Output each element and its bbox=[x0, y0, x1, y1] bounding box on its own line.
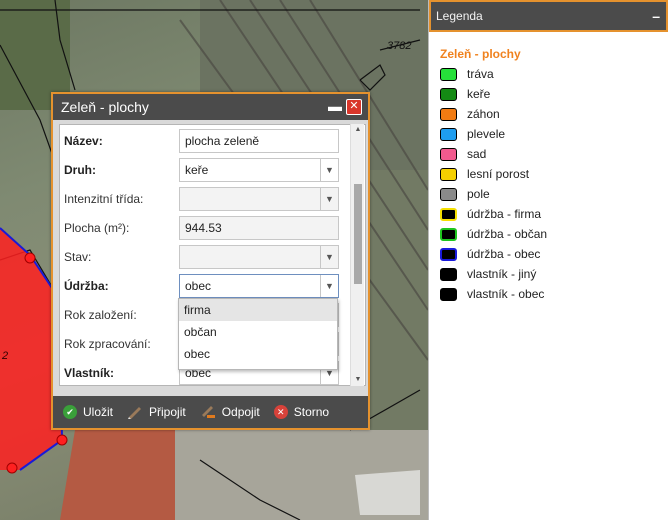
scroll-up-icon[interactable]: ▲ bbox=[351, 124, 365, 136]
legend-swatch bbox=[440, 267, 457, 281]
field-label: Rok zpracování: bbox=[64, 337, 151, 351]
legend-item: tráva bbox=[440, 66, 494, 82]
intensity-class-select[interactable]: ▼ bbox=[179, 187, 339, 211]
option-item[interactable]: firma bbox=[179, 299, 337, 321]
legend-item: sad bbox=[440, 146, 486, 162]
field-label: Údržba: bbox=[64, 279, 109, 293]
legend-label: údržba - firma bbox=[467, 207, 542, 221]
legend-item: údržba - obec bbox=[440, 246, 540, 262]
state-select[interactable]: ▼ bbox=[179, 245, 339, 269]
legend-item: údržba - občan bbox=[440, 226, 547, 242]
legend-label: lesní porost bbox=[467, 167, 530, 181]
parcel-label: 3782 bbox=[387, 40, 412, 52]
dialog-header[interactable]: Zeleň - plochy ▬ ✕ bbox=[53, 94, 368, 120]
name-input[interactable]: plocha zeleně bbox=[179, 129, 339, 153]
chevron-down-icon[interactable]: ▼ bbox=[320, 246, 338, 268]
legend-swatch bbox=[440, 287, 457, 301]
scroll-down-icon[interactable]: ▼ bbox=[351, 374, 365, 386]
save-label: Uložit bbox=[83, 405, 114, 419]
field-label: Stav: bbox=[64, 250, 92, 264]
legend-swatch bbox=[440, 227, 457, 241]
dialog-title: Zeleň - plochy bbox=[61, 99, 149, 115]
legend-swatch bbox=[440, 127, 457, 141]
dialog-toolbar: ✔ Uložit Připojit Odpojit ✕ Storno bbox=[53, 396, 368, 428]
minimize-icon[interactable]: – bbox=[652, 8, 660, 24]
chevron-down-icon[interactable]: ▼ bbox=[320, 159, 338, 181]
legend-item: záhon bbox=[440, 106, 500, 122]
legend-header[interactable]: Legenda – bbox=[429, 0, 668, 32]
option-item[interactable]: obec bbox=[179, 343, 337, 365]
field-row-stav: Stav: ▼ bbox=[60, 245, 350, 269]
legend-label: tráva bbox=[467, 67, 494, 81]
legend-label: vlastník - jiný bbox=[467, 267, 537, 281]
form-scrollbar[interactable]: ▲ ▼ bbox=[350, 124, 364, 386]
legend-swatch bbox=[440, 207, 457, 221]
legend-label: plevele bbox=[467, 127, 506, 141]
field-row-druh: Druh: keře ▼ bbox=[60, 158, 350, 182]
field-label: Vlastník: bbox=[64, 366, 115, 380]
detach-button[interactable]: Odpojit bbox=[200, 405, 260, 419]
cancel-label: Storno bbox=[293, 405, 330, 419]
legend-swatch bbox=[440, 187, 457, 201]
legend-label: sad bbox=[467, 147, 487, 161]
close-icon[interactable]: ✕ bbox=[346, 99, 362, 115]
legend-item: keře bbox=[440, 86, 490, 102]
legend-swatch bbox=[440, 147, 457, 161]
field-row-udrzba: Údržba: obec ▼ bbox=[60, 274, 350, 298]
legend-item: pole bbox=[440, 186, 490, 202]
field-value: 944.53 bbox=[185, 221, 222, 235]
legend-swatch bbox=[440, 107, 457, 121]
legend-label: údržba - obec bbox=[467, 247, 541, 261]
area-input[interactable]: 944.53 bbox=[179, 216, 339, 240]
legend-section-title: Zeleň - plochy bbox=[440, 47, 521, 61]
field-row-intenzita: Intenzitní třída: ▼ bbox=[60, 187, 350, 211]
chevron-down-icon[interactable]: ▼ bbox=[320, 188, 338, 210]
legend-label: údržba - občan bbox=[467, 227, 548, 241]
feature-edit-dialog: Zeleň - plochy ▬ ✕ Název: plocha zeleně … bbox=[51, 92, 370, 430]
legend-swatch bbox=[440, 67, 457, 81]
field-label: Název: bbox=[64, 134, 103, 148]
save-button[interactable]: ✔ Uložit bbox=[63, 405, 113, 419]
attach-button[interactable]: Připojit bbox=[127, 405, 186, 419]
field-value: plocha zeleně bbox=[185, 134, 260, 148]
legend-item: lesní porost bbox=[440, 166, 529, 182]
check-icon: ✔ bbox=[63, 405, 77, 419]
field-row-nazev: Název: plocha zeleně bbox=[60, 129, 350, 153]
field-value: obec bbox=[185, 279, 212, 293]
field-label: Intenzitní třída: bbox=[64, 192, 144, 206]
legend-swatch bbox=[440, 87, 457, 101]
field-label: Plocha (m²): bbox=[64, 221, 130, 235]
legend-panel: Legenda – Zeleň - plochy tráva keře záhon p… bbox=[428, 0, 668, 520]
legend-label: pole bbox=[467, 187, 490, 201]
legend-title: Legenda bbox=[436, 9, 483, 23]
legend-item: údržba - firma bbox=[440, 206, 541, 222]
type-select[interactable]: keře ▼ bbox=[179, 158, 339, 182]
pencil-minus-icon bbox=[200, 405, 216, 419]
field-value: keře bbox=[185, 163, 209, 177]
legend-swatch bbox=[440, 167, 457, 181]
minimize-icon[interactable]: ▬ bbox=[328, 99, 342, 114]
maintenance-select[interactable]: obec ▼ bbox=[179, 274, 339, 298]
field-label: Druh: bbox=[64, 163, 96, 177]
detach-label: Odpojit bbox=[221, 405, 260, 419]
attach-label: Připojit bbox=[149, 405, 186, 419]
cancel-button[interactable]: ✕ Storno bbox=[273, 405, 330, 419]
option-item[interactable]: občan bbox=[179, 321, 337, 343]
legend-label: záhon bbox=[467, 107, 500, 121]
legend-item: plevele bbox=[440, 126, 505, 142]
legend-item: vlastník - jiný bbox=[440, 266, 536, 282]
legend-swatch bbox=[440, 247, 457, 261]
scrollbar-thumb[interactable] bbox=[354, 184, 362, 284]
field-label: Rok založení: bbox=[64, 308, 137, 322]
chevron-down-icon[interactable]: ▼ bbox=[320, 275, 338, 297]
pencil-icon bbox=[127, 405, 143, 419]
legend-label: keře bbox=[467, 87, 491, 101]
field-row-plocha: Plocha (m²): 944.53 bbox=[60, 216, 350, 240]
close-icon: ✕ bbox=[273, 405, 288, 419]
parcel-label: 2 bbox=[2, 350, 9, 362]
legend-label: vlastník - obec bbox=[467, 287, 545, 301]
maintenance-options-list: firma občan obec bbox=[178, 298, 338, 370]
legend-item: vlastník - obec bbox=[440, 286, 544, 302]
